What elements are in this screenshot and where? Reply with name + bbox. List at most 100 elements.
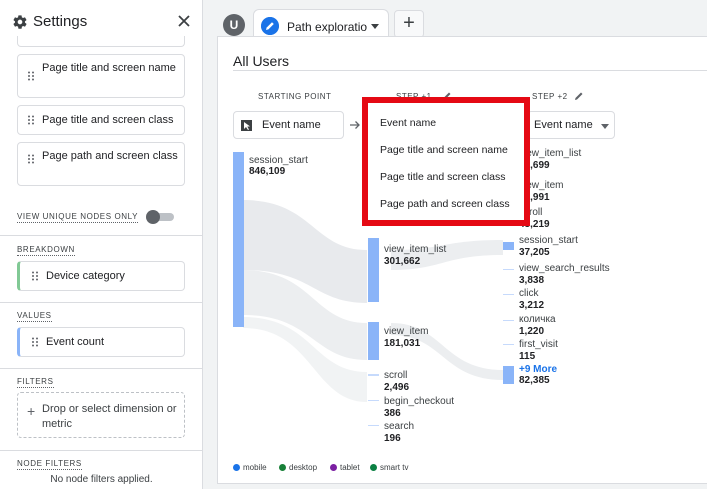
node-label: view_item_list (519, 148, 582, 159)
close-icon[interactable] (176, 13, 192, 29)
menu-item-page-title-screen-name[interactable]: Page title and screen name (368, 137, 524, 164)
starting-point-dropdown[interactable]: Event name (233, 111, 344, 139)
legend-label: tablet (340, 463, 360, 472)
node-value: 37,205 (519, 247, 550, 258)
settings-title: Settings (33, 13, 88, 30)
node-value: 181,031 (384, 338, 421, 349)
chip-label: Page path and screen class (42, 150, 178, 162)
node-bar[interactable] (368, 400, 379, 401)
node-label: session_start (519, 235, 578, 246)
section-divider (0, 302, 203, 303)
node-label: first_visit (519, 339, 558, 350)
node-label: view_item (384, 326, 429, 337)
cursor-icon (241, 120, 252, 131)
node-bar[interactable] (368, 322, 379, 360)
node-value: 115 (519, 351, 536, 362)
step-dimension-chip[interactable]: Page title and screen name (17, 54, 185, 98)
section-divider (0, 235, 203, 236)
segment-divider (233, 70, 707, 71)
node-bar[interactable] (503, 366, 514, 384)
breakdown-value: Device category (46, 270, 125, 282)
menu-item-event-name[interactable]: Event name (368, 110, 524, 137)
dimension-menu: Event name Page title and screen name Pa… (368, 103, 524, 220)
partial-chip (17, 36, 185, 47)
drag-handle-icon[interactable] (27, 115, 35, 125)
node-label: search (384, 421, 415, 432)
pen-icon (261, 17, 279, 35)
edit-pencil-icon[interactable] (442, 91, 452, 101)
filters-label: FILTERS (17, 377, 54, 388)
legend-dot (370, 464, 377, 471)
chip-label: Page title and screen name (42, 62, 176, 74)
node-bar[interactable] (503, 294, 514, 295)
breakdown-label: BREAKDOWN (17, 245, 75, 256)
node-label: view_item_list (384, 244, 447, 255)
node-bar[interactable] (368, 238, 379, 302)
node-bar[interactable] (368, 374, 379, 376)
menu-item-page-title-screen-class[interactable]: Page title and screen class (368, 164, 524, 191)
node-bar[interactable] (368, 425, 379, 426)
node-bar[interactable] (503, 320, 514, 321)
node-value: 3,838 (519, 275, 545, 286)
more-nodes-link[interactable]: +9 More (519, 364, 557, 375)
dropdown-label: Event name (262, 119, 321, 131)
segment-title: All Users (233, 53, 290, 69)
node-value: 1,220 (519, 326, 545, 337)
node-bar[interactable] (503, 344, 514, 345)
column-header-step2: STEP +2 (532, 92, 568, 101)
segment-avatar[interactable]: U (223, 14, 245, 36)
app-root: Settings Page title and screen name Page… (0, 0, 707, 489)
step-dimension-chip[interactable]: Page path and screen class (17, 142, 185, 186)
arrow-right-icon (350, 121, 360, 129)
node-value: 386 (384, 408, 401, 419)
drag-handle-icon[interactable] (27, 71, 35, 81)
menu-item-page-path-screen-class[interactable]: Page path and screen class (368, 191, 524, 218)
node-value: 2,496 (384, 382, 410, 393)
legend-dot (233, 464, 240, 471)
step-dimension-chip[interactable]: Page title and screen class (17, 105, 185, 135)
step2-dropdown[interactable]: Event name (527, 111, 615, 139)
node-label: click (519, 288, 539, 299)
column-header-starting-point: STARTING POINT (258, 92, 332, 101)
chip-label: Page title and screen class (42, 114, 174, 126)
chevron-down-icon (601, 124, 609, 129)
node-bar[interactable] (503, 269, 514, 270)
node-value: 43,219 (519, 219, 550, 230)
drag-handle-icon[interactable] (27, 154, 35, 164)
filter-dropzone[interactable]: + Drop or select dimension or metric (17, 392, 185, 438)
breakdown-chip[interactable]: Device category (17, 261, 185, 291)
node-value: 846,109 (249, 166, 286, 177)
toggle-knob (146, 210, 160, 224)
node-filters-message: No node filters applied. (50, 474, 153, 485)
drag-handle-icon[interactable] (31, 337, 39, 347)
node-value: 196 (384, 433, 401, 444)
node-value: 301,662 (384, 256, 421, 267)
values-chip[interactable]: Event count (17, 327, 185, 357)
node-bar[interactable] (503, 242, 514, 250)
node-value: 82,385 (519, 375, 550, 386)
node-label: view_search_results (519, 263, 610, 274)
add-tab-button[interactable]: + (394, 10, 424, 38)
node-label: view_item (519, 180, 564, 191)
legend-label: smart tv (380, 463, 409, 472)
legend-label: desktop (289, 463, 318, 472)
unique-nodes-toggle[interactable] (146, 210, 174, 224)
dropdown-label: Event name (534, 119, 593, 131)
column-header-step1: STEP +1 (396, 92, 432, 101)
values-value: Event count (46, 336, 105, 348)
node-label: session_start (249, 155, 308, 166)
unique-nodes-label: VIEW UNIQUE NODES ONLY (17, 212, 139, 223)
tab-label: Path exploration (287, 20, 367, 34)
node-label: begin_checkout (384, 396, 455, 407)
section-divider (0, 450, 203, 451)
node-label: scroll (384, 370, 408, 381)
legend-label: mobile (243, 463, 267, 472)
drag-handle-icon[interactable] (31, 271, 39, 281)
edit-pencil-icon[interactable] (574, 91, 584, 101)
node-bar[interactable] (233, 152, 244, 327)
legend-dot (279, 464, 286, 471)
chevron-down-icon[interactable] (371, 24, 379, 29)
node-filters-label: NODE FILTERS (17, 459, 82, 470)
filter-placeholder: Drop or select dimension or metric (42, 403, 177, 430)
node-label: количка (519, 314, 556, 325)
